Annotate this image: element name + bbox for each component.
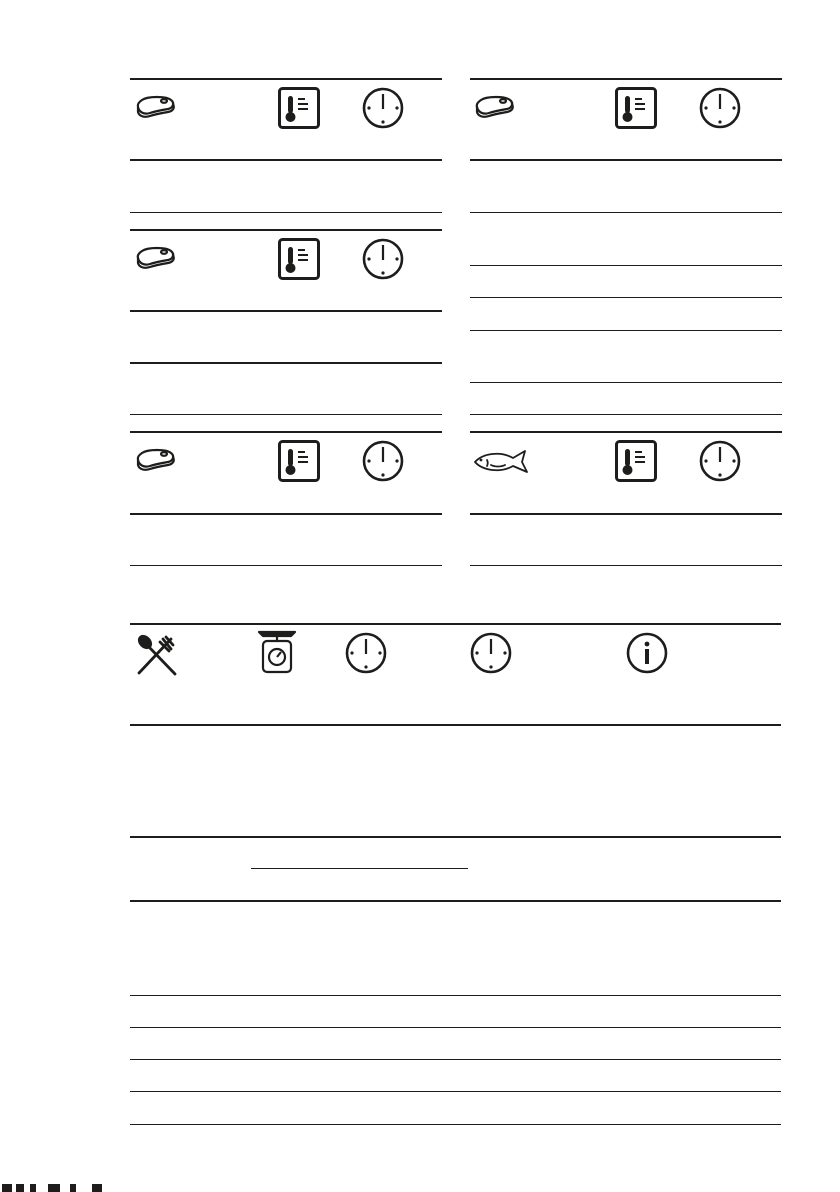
table-top-rule	[130, 431, 442, 433]
row-rule	[470, 565, 782, 566]
clock-icon	[362, 238, 404, 280]
row-rule	[130, 212, 442, 213]
row-rule	[130, 836, 781, 838]
clock-icon	[699, 87, 741, 129]
clock-icon	[362, 87, 404, 129]
row-rule	[130, 1027, 781, 1028]
thermometer-icon	[278, 87, 320, 129]
thermometer-icon	[278, 238, 320, 280]
steak-icon	[136, 448, 176, 474]
row-rule	[470, 330, 782, 331]
table-top-rule	[130, 623, 781, 625]
row-rule	[130, 414, 442, 415]
row-rule	[130, 995, 781, 996]
row-rule	[130, 1091, 781, 1092]
header-rule	[130, 310, 442, 312]
row-rule	[470, 265, 782, 266]
thermometer-icon	[615, 87, 657, 129]
header-rule	[130, 724, 781, 726]
header-rule	[130, 513, 442, 515]
table-top-rule	[470, 78, 782, 80]
cropped-footer-fragment	[0, 1184, 110, 1192]
row-rule	[470, 212, 782, 213]
clock-icon	[699, 440, 741, 482]
row-rule	[470, 297, 782, 298]
table-bottom-rule	[130, 1124, 781, 1125]
thermometer-icon	[278, 440, 320, 482]
info-icon	[626, 632, 668, 674]
fish-icon	[473, 448, 531, 476]
clock-icon	[470, 632, 512, 674]
header-rule	[470, 159, 782, 161]
steak-icon	[136, 95, 176, 121]
row-rule	[130, 362, 442, 364]
steak-icon	[475, 95, 515, 121]
clock-icon	[345, 632, 387, 674]
row-rule	[470, 414, 782, 415]
row-rule	[470, 382, 782, 383]
table-top-rule	[130, 229, 442, 231]
header-rule	[130, 159, 442, 161]
row-rule	[130, 565, 442, 566]
table-top-rule	[470, 431, 782, 433]
clock-icon	[362, 440, 404, 482]
header-rule	[470, 513, 782, 515]
table-top-rule	[130, 78, 442, 80]
row-rule	[130, 1059, 781, 1060]
steak-icon	[136, 246, 176, 272]
kitchen-scale-icon	[255, 630, 299, 674]
row-rule	[130, 900, 781, 902]
cutlery-icon	[135, 633, 179, 677]
cell-inner-rule	[251, 868, 468, 869]
thermometer-icon	[615, 440, 657, 482]
